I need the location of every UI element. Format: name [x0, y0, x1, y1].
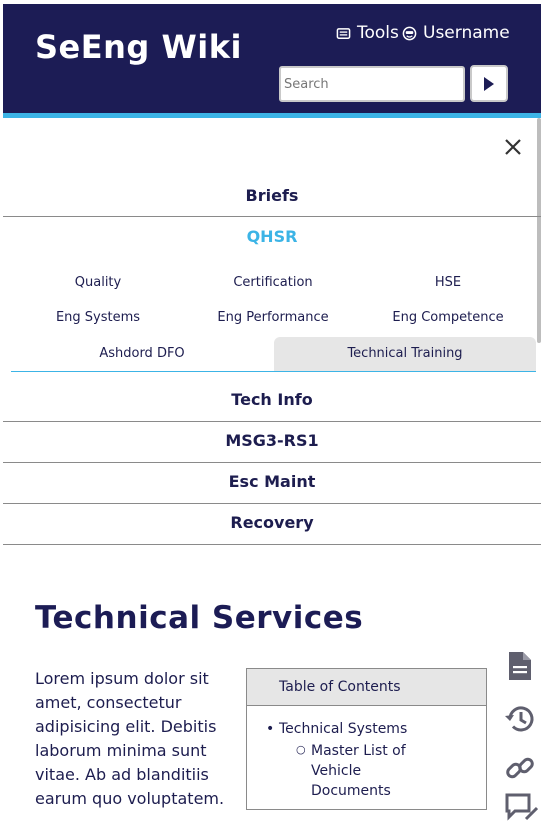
- subnav-item-quality[interactable]: Quality: [23, 275, 173, 290]
- site-logo[interactable]: SeEng Wiki: [35, 28, 242, 66]
- page-action-link[interactable]: [504, 752, 536, 784]
- tools-menu[interactable]: Tools: [336, 23, 399, 43]
- search-input[interactable]: [279, 66, 465, 102]
- close-icon: [505, 139, 521, 155]
- history-icon: [505, 706, 534, 732]
- talk-icon: [505, 793, 539, 821]
- nav-divider: [3, 216, 541, 217]
- subnav-item-certification[interactable]: Certification: [198, 275, 348, 290]
- nav-item-tech-info[interactable]: Tech Info: [3, 390, 541, 409]
- subnav-item-eng-performance[interactable]: Eng Performance: [198, 310, 348, 325]
- play-arrow-icon: [484, 76, 494, 91]
- nav-divider: [3, 421, 541, 422]
- link-icon: [506, 757, 534, 779]
- toc-heading: Table of Contents: [247, 669, 486, 706]
- subnav-item-eng-systems[interactable]: Eng Systems: [23, 310, 173, 325]
- user-icon: [402, 26, 417, 40]
- nav-divider: [3, 503, 541, 504]
- tools-label: Tools: [357, 23, 399, 43]
- nav-divider: [3, 462, 541, 463]
- toc-item-technical-systems[interactable]: Technical Systems: [266, 721, 407, 737]
- nav-item-briefs[interactable]: Briefs: [3, 186, 541, 205]
- toc-subitem-master-list[interactable]: Master List of Vehicle Documents: [296, 740, 421, 801]
- header-accent-bar: [3, 113, 541, 118]
- nav-item-esc-maint[interactable]: Esc Maint: [3, 472, 541, 491]
- tools-icon: [336, 27, 351, 39]
- page-action-history[interactable]: [504, 703, 536, 735]
- subnav-item-ashdord-dfo[interactable]: Ashdord DFO: [12, 346, 272, 361]
- table-of-contents: Table of Contents Technical Systems Mast…: [246, 668, 487, 810]
- subnav-underline: [11, 371, 536, 372]
- nav-divider: [3, 544, 541, 545]
- nav-item-recovery[interactable]: Recovery: [3, 513, 541, 532]
- username-label: Username: [423, 23, 510, 43]
- body-paragraph: Lorem ipsum dolor sit amet, consectetur …: [35, 669, 225, 808]
- document-icon: [509, 652, 531, 680]
- subnav-item-technical-training[interactable]: Technical Training: [274, 346, 536, 361]
- nav-item-qhsr[interactable]: QHSR: [3, 227, 541, 246]
- close-menu-button[interactable]: [500, 134, 526, 160]
- search-button[interactable]: [470, 65, 508, 102]
- subnav-item-eng-competence[interactable]: Eng Competence: [373, 310, 523, 325]
- subnav-item-hse[interactable]: HSE: [373, 275, 523, 290]
- page-action-talk[interactable]: [504, 792, 539, 824]
- nav-item-msg3-rs1[interactable]: MSG3-RS1: [3, 431, 541, 450]
- user-menu[interactable]: Username: [402, 23, 510, 43]
- page-title: Technical Services: [35, 600, 364, 636]
- page-action-document[interactable]: [504, 650, 536, 682]
